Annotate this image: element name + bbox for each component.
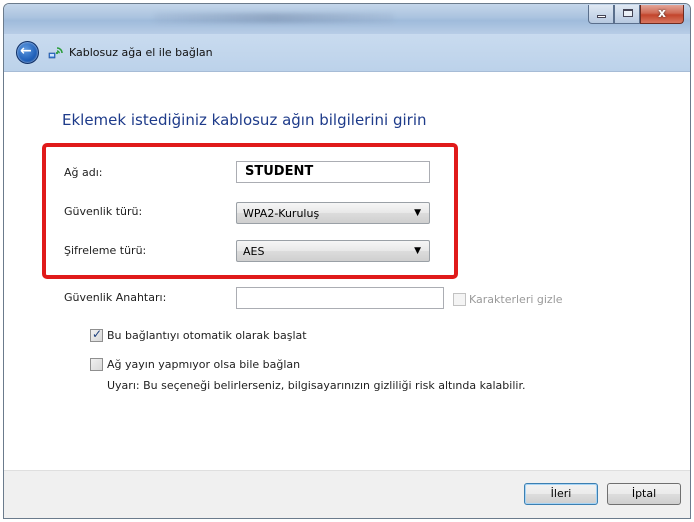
back-arrow-icon: ← — [20, 43, 32, 59]
chevron-down-icon: ▼ — [414, 246, 421, 256]
wireless-network-icon — [48, 47, 63, 59]
next-button[interactable]: İleri — [524, 483, 598, 505]
privacy-warning: Uyarı: Bu seçeneği belirlerseniz, bilgis… — [107, 379, 526, 392]
encryption-type-select[interactable]: AES ▼ — [236, 240, 430, 262]
connect-hidden-label: Ağ yayın yapmıyor olsa bile bağlan — [107, 358, 301, 371]
security-key-input[interactable] — [236, 287, 444, 309]
security-type-value: WPA2-Kuruluş — [243, 207, 320, 220]
security-key-label: Güvenlik Anahtarı: — [64, 291, 167, 304]
connect-hidden-checkbox[interactable] — [90, 358, 103, 371]
maximize-icon — [623, 9, 633, 17]
network-name-input[interactable]: STUDENT — [236, 161, 430, 183]
close-button[interactable]: x — [640, 5, 684, 24]
back-button[interactable]: ← — [16, 41, 39, 64]
navigation-bar: ← Kablosuz ağa el ile bağlan — [4, 34, 690, 72]
encryption-type-label: Şifreleme türü: — [64, 244, 147, 257]
maximize-button[interactable] — [614, 5, 640, 24]
network-name-label: Ağ adı: — [64, 166, 103, 179]
encryption-type-value: AES — [243, 245, 265, 258]
nav-title: Kablosuz ağa el ile bağlan — [69, 46, 213, 59]
dialog-footer: İleri İptal — [4, 470, 690, 518]
content-area: Eklemek istediğiniz kablosuz ağın bilgil… — [4, 73, 690, 470]
chevron-down-icon: ▼ — [414, 208, 421, 218]
auto-start-label: Bu bağlantıyı otomatik olarak başlat — [107, 329, 307, 342]
security-type-select[interactable]: WPA2-Kuruluş ▼ — [236, 202, 430, 224]
page-title: Eklemek istediğiniz kablosuz ağın bilgil… — [62, 111, 427, 129]
checkmark-icon: ✓ — [92, 327, 103, 341]
blurred-window-title — [154, 13, 394, 23]
close-icon: x — [658, 6, 666, 20]
minimize-button[interactable] — [588, 5, 614, 24]
security-type-label: Güvenlik türü: — [64, 205, 143, 218]
hide-characters-checkbox[interactable] — [453, 293, 466, 306]
minimize-icon — [597, 15, 606, 18]
cancel-button[interactable]: İptal — [607, 483, 681, 505]
title-bar[interactable]: x — [4, 4, 690, 34]
caption-buttons: x — [588, 5, 684, 25]
dialog-window: x ← Kablosuz ağa el ile bağlan Eklemek i… — [3, 3, 691, 519]
auto-start-checkbox[interactable]: ✓ — [90, 327, 103, 342]
hide-characters-label: Karakterleri gizle — [469, 293, 563, 306]
